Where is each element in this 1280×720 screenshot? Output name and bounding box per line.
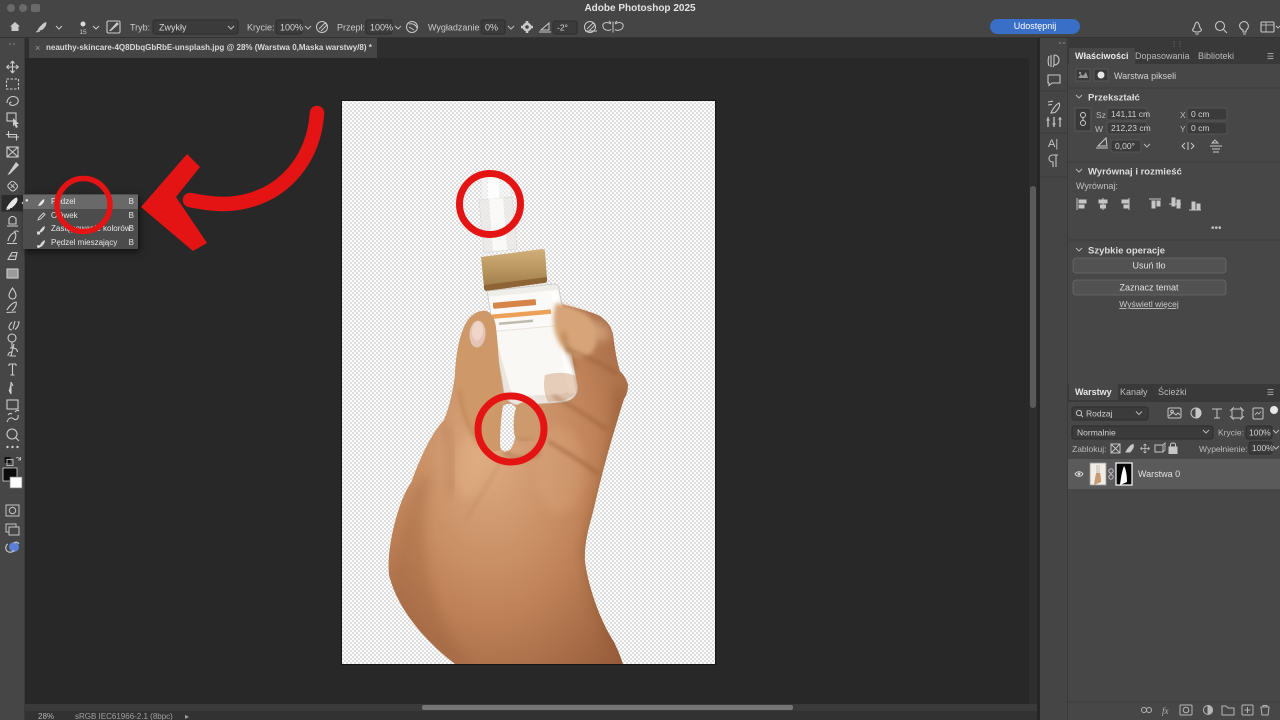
svg-text:0%: 0% (485, 23, 498, 33)
svg-text:141,11 cm: 141,11 cm (1111, 109, 1150, 119)
svg-text:212,23 cm: 212,23 cm (1111, 123, 1151, 133)
svg-text:Szybkie operacje: Szybkie operacje (1088, 246, 1165, 257)
svg-text:Przepł:: Przepł: (337, 23, 365, 33)
svg-text:Zwykły: Zwykły (159, 23, 187, 33)
svg-text:Normalnie: Normalnie (1077, 428, 1116, 438)
svg-text:Zablokuj:: Zablokuj: (1072, 444, 1107, 454)
svg-text:100%: 100% (1249, 428, 1271, 438)
svg-text:100%: 100% (280, 23, 303, 33)
svg-text:15: 15 (79, 29, 87, 36)
svg-text:Przekształć: Przekształć (1088, 93, 1140, 104)
svg-text:A|: A| (1048, 138, 1058, 150)
svg-text:100%: 100% (1252, 443, 1274, 453)
svg-text:0,00°: 0,00° (1115, 141, 1135, 151)
svg-text:Wyrównaj i rozmieść: Wyrównaj i rozmieść (1088, 167, 1182, 178)
svg-text:Wypełnienie:: Wypełnienie: (1199, 444, 1248, 454)
svg-text:Zaznacz temat: Zaznacz temat (1119, 283, 1179, 293)
svg-text:Sz: Sz (1096, 110, 1106, 120)
svg-text:W: W (1095, 124, 1103, 134)
svg-text:Y: Y (1180, 124, 1186, 134)
svg-text:-2°: -2° (557, 23, 568, 33)
svg-text:Rodzaj: Rodzaj (1086, 409, 1113, 419)
svg-text:Tryb:: Tryb: (130, 23, 150, 33)
svg-text:Wygładzanie:: Wygładzanie: (428, 23, 482, 33)
svg-text:Krycie:: Krycie: (247, 23, 275, 33)
svg-text:0 cm: 0 cm (1191, 123, 1209, 133)
svg-text:100%: 100% (370, 23, 393, 33)
svg-text:0 cm: 0 cm (1191, 109, 1209, 119)
svg-text:Wyświetl więcej: Wyświetl więcej (1119, 299, 1179, 309)
svg-text:Wyrównaj:: Wyrównaj: (1076, 181, 1118, 191)
svg-text:X: X (1180, 110, 1186, 120)
svg-text:•••: ••• (1211, 223, 1222, 234)
svg-text:Warstwa pikseli: Warstwa pikseli (1114, 71, 1176, 81)
svg-text:Krycie:: Krycie: (1218, 428, 1244, 438)
svg-text:Warstwa 0: Warstwa 0 (1138, 469, 1180, 479)
svg-text:fx: fx (1162, 706, 1169, 716)
svg-text:Usuń tło: Usuń tło (1132, 261, 1165, 271)
